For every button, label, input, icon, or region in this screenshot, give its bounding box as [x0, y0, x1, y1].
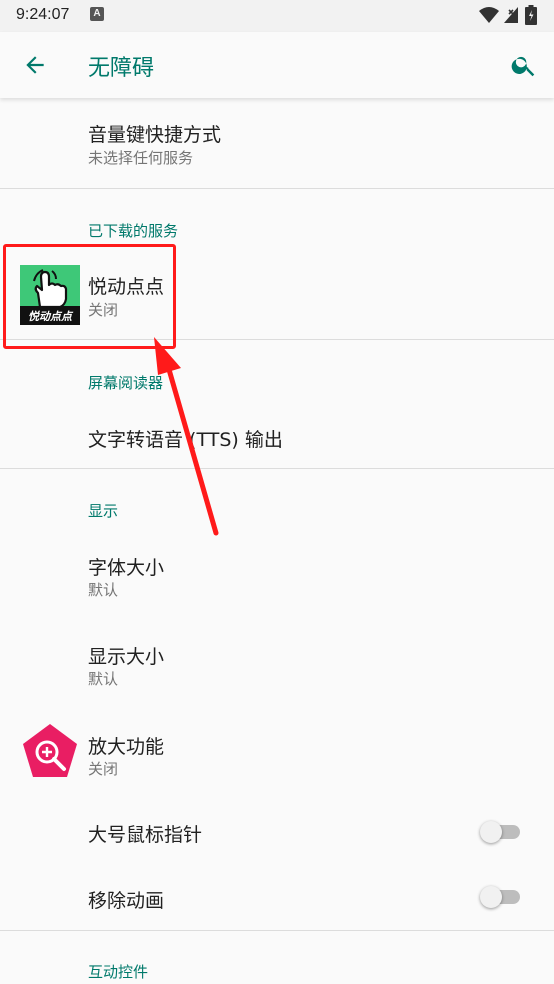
wifi-icon: [479, 7, 499, 23]
status-time: 9:24:07: [16, 6, 70, 23]
page-title: 无障碍: [88, 56, 155, 81]
display-size-summary: 默认: [88, 670, 119, 688]
volume-shortcut-item[interactable]: [0, 100, 554, 188]
battery-icon: [525, 5, 537, 25]
notification-badge-icon: A: [90, 7, 104, 21]
interaction-controls-header: 互动控件: [88, 963, 149, 981]
display-header: 显示: [88, 502, 119, 520]
large-pointer-switch[interactable]: [478, 820, 524, 844]
divider: [0, 468, 554, 469]
tts-output-title: 文字转语音 (TTS) 输出: [88, 429, 283, 451]
downloaded-services-header: 已下载的服务: [88, 222, 179, 240]
remove-animations-switch[interactable]: [478, 885, 524, 909]
magnification-icon: [23, 724, 77, 777]
display-size-title: 显示大小: [88, 646, 165, 668]
magnification-summary: 关闭: [88, 760, 119, 778]
magnification-item[interactable]: [0, 710, 554, 798]
search-icon[interactable]: [510, 51, 538, 79]
font-size-title: 字体大小: [88, 557, 165, 579]
font-size-item[interactable]: [0, 530, 554, 618]
arrow-back-icon[interactable]: [22, 52, 48, 78]
cell-signal-icon: [504, 7, 518, 23]
divider: [0, 930, 554, 931]
status-bar: [0, 0, 554, 32]
app-toolbar: [0, 32, 554, 98]
highlight-box: [3, 244, 176, 349]
volume-shortcut-title: 音量键快捷方式: [88, 124, 222, 146]
divider: [0, 188, 554, 189]
font-size-summary: 默认: [88, 581, 119, 599]
remove-animations-title: 移除动画: [88, 890, 165, 912]
switch-thumb: [480, 821, 502, 843]
switch-thumb: [480, 886, 502, 908]
magnification-title: 放大功能: [88, 736, 165, 758]
display-size-item[interactable]: [0, 620, 554, 708]
volume-shortcut-summary: 未选择任何服务: [88, 149, 194, 167]
screen-reader-header: 屏幕阅读器: [88, 374, 164, 392]
remove-animations-item[interactable]: [0, 866, 554, 930]
large-pointer-item[interactable]: [0, 800, 554, 864]
large-pointer-title: 大号鼠标指针: [88, 824, 203, 846]
